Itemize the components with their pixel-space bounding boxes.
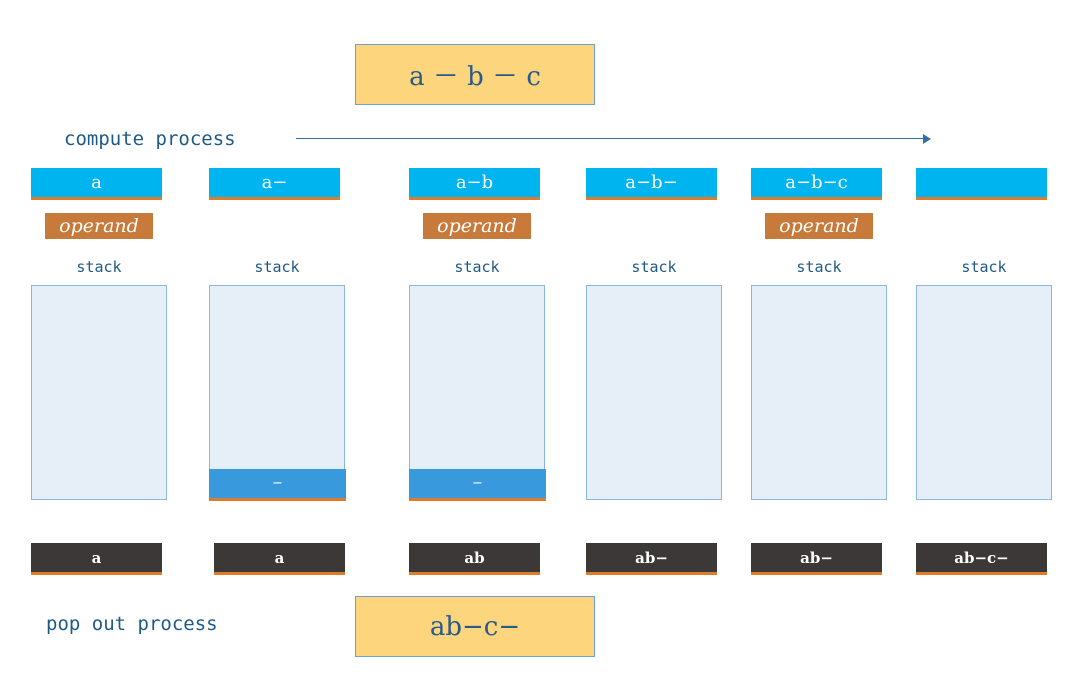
output-bar-2: a [214, 543, 345, 575]
input-expression-text: a － b － c [409, 62, 541, 92]
operand-tag-1: operand [45, 213, 153, 239]
expression-bar-6 [916, 168, 1047, 200]
compute-process-label: compute process [64, 128, 236, 150]
expression-bar-3: a−b [409, 168, 540, 200]
stack-label-4: stack [631, 258, 677, 276]
stack-label-6: stack [961, 258, 1007, 276]
stack-label-3: stack [454, 258, 500, 276]
stack-item-2-1: − [209, 469, 346, 501]
stack-item-3-1: − [409, 469, 546, 501]
arrow-head-icon [923, 134, 931, 144]
output-bar-1: a [31, 543, 162, 575]
stack-box-4 [586, 285, 722, 500]
expression-bar-5: a−b−c [751, 168, 882, 200]
stack-label-2: stack [254, 258, 300, 276]
stack-box-6 [916, 285, 1052, 500]
compute-arrow-line [296, 138, 924, 139]
pop-out-process-label: pop out process [46, 613, 218, 635]
output-bar-5: ab− [751, 543, 882, 575]
stack-label-5: stack [796, 258, 842, 276]
output-bar-6: ab−c− [916, 543, 1047, 575]
expression-bar-1: a [31, 168, 162, 200]
stack-box-1 [31, 285, 167, 500]
output-bar-4: ab− [586, 543, 717, 575]
stack-box-5 [751, 285, 887, 500]
result-text: ab−c− [429, 611, 521, 642]
expression-bar-2: a− [209, 168, 340, 200]
stack-box-3 [409, 285, 545, 500]
stack-box-2 [209, 285, 345, 500]
expression-bar-4: a−b− [586, 168, 717, 200]
input-expression-box: a － b － c [355, 44, 595, 105]
operand-tag-5: operand [765, 213, 873, 239]
result-box: ab−c− [355, 596, 595, 657]
stack-label-1: stack [76, 258, 122, 276]
output-bar-3: ab [409, 543, 540, 575]
operand-tag-3: operand [423, 213, 531, 239]
